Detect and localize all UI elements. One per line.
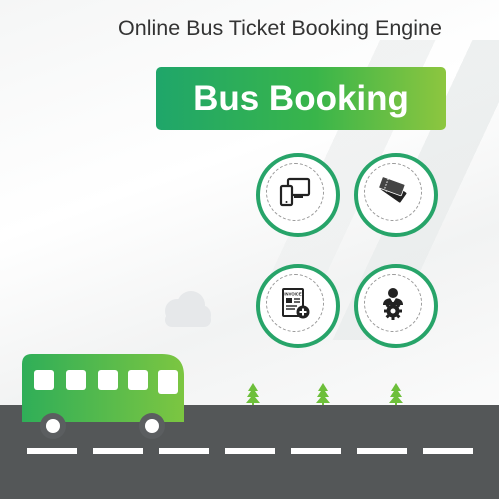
feature-badge-invoice[interactable]: INVOICE — [256, 264, 340, 348]
cloud-icon — [165, 291, 211, 327]
road-dash — [291, 448, 341, 454]
tickets-icon — [378, 176, 407, 203]
badge-inner — [364, 163, 422, 221]
invoice-label: INVOICE — [284, 292, 301, 297]
tree-icon — [389, 383, 403, 407]
banner-label: Bus Booking — [193, 78, 409, 118]
feature-badge-tickets[interactable] — [354, 153, 438, 237]
road-dash — [159, 448, 209, 454]
invoice-icon: INVOICE — [282, 288, 310, 319]
road-dash — [225, 448, 275, 454]
feature-badge-agent-settings[interactable] — [354, 264, 438, 348]
road-dash — [93, 448, 143, 454]
road-dash — [423, 448, 473, 454]
bus-icon — [22, 354, 184, 439]
devices-icon — [279, 177, 311, 207]
road-dash — [27, 448, 77, 454]
badge-inner — [364, 274, 422, 332]
feature-badge-devices[interactable] — [256, 153, 340, 237]
tree-icon — [316, 383, 330, 407]
agent-settings-icon — [383, 288, 403, 320]
badge-inner: INVOICE — [266, 274, 324, 332]
tree-icon — [246, 383, 260, 407]
badge-inner — [266, 163, 324, 221]
road-dash — [357, 448, 407, 454]
bus-booking-banner[interactable]: Bus Booking — [156, 67, 446, 130]
page-title: Online Bus Ticket Booking Engine — [118, 16, 442, 40]
